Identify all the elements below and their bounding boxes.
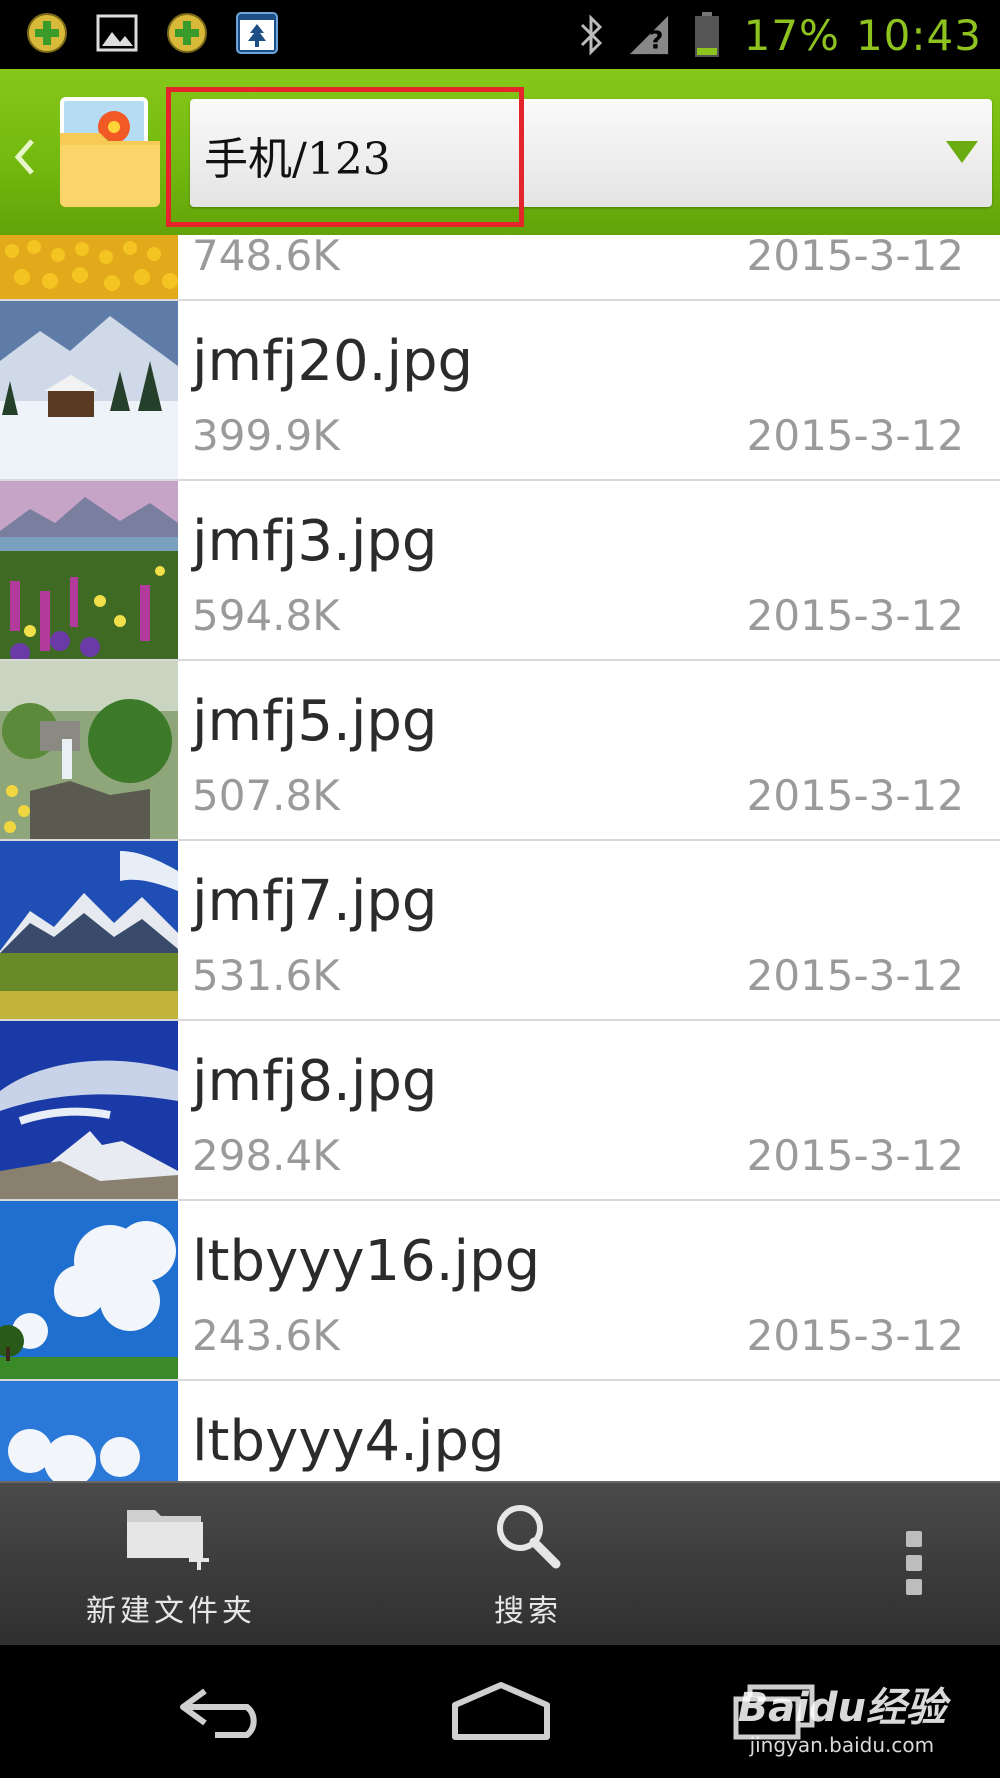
search-button[interactable]: 搜索 <box>468 1483 588 1647</box>
thumbnail-waterfall <box>0 661 178 839</box>
new-folder-icon <box>123 1500 219 1576</box>
thumbnail-alps-meadow <box>0 841 178 1019</box>
tree-app-icon <box>236 12 278 54</box>
list-item[interactable]: ltbyyy4.jpg <box>0 1381 1000 1481</box>
file-name: jmfj20.jpg <box>192 329 474 394</box>
file-size: 243.6K <box>192 1311 340 1360</box>
list-item[interactable]: 748.6K 2015-3-12 <box>0 235 1000 301</box>
file-date: 2015-3-12 <box>746 1131 964 1180</box>
list-item[interactable]: jmfj3.jpg 594.8K 2015-3-12 <box>0 481 1000 661</box>
file-date: 2015-3-12 <box>746 235 964 280</box>
home-icon[interactable] <box>446 1675 556 1747</box>
file-size: 507.8K <box>192 771 340 820</box>
file-size: 399.9K <box>192 411 340 460</box>
svg-text:?: ? <box>649 25 663 54</box>
file-name: ltbyyy16.jpg <box>192 1229 541 1294</box>
thumbnail-matterhorn <box>0 1021 178 1199</box>
overflow-menu-icon[interactable] <box>904 1531 924 1595</box>
battery-icon <box>686 12 728 57</box>
file-list: 748.6K 2015-3-12 jmfj20.jpg 399.9K 2015-… <box>0 235 1000 1481</box>
no-signal-icon: ? <box>628 14 670 56</box>
file-name: jmfj7.jpg <box>192 869 438 934</box>
header-bar: 手机/123 <box>0 69 1000 235</box>
file-date: 2015-3-12 <box>746 591 964 640</box>
search-icon <box>492 1500 564 1576</box>
list-item[interactable]: jmfj20.jpg 399.9K 2015-3-12 <box>0 301 1000 481</box>
thumbnail-sunflowers <box>0 235 178 299</box>
file-date: 2015-3-12 <box>746 1311 964 1360</box>
bottom-toolbar: 新建文件夹 搜索 <box>0 1481 1000 1647</box>
file-size: 594.8K <box>192 591 340 640</box>
file-size: 531.6K <box>192 951 340 1000</box>
watermark-sub: jingyan.baidu.com <box>749 1733 935 1757</box>
gallery-icon <box>96 12 138 54</box>
file-name: jmfj8.jpg <box>192 1049 438 1114</box>
file-date: 2015-3-12 <box>746 411 964 460</box>
navigation-bar: Baidu经验 jingyan.baidu.com <box>0 1645 1000 1778</box>
thumbnail-blue-sky <box>0 1201 178 1379</box>
file-name: jmfj3.jpg <box>192 509 438 574</box>
annotation-highlight-box <box>166 87 524 227</box>
app-plus-icon <box>166 12 208 54</box>
search-label: 搜索 <box>494 1594 562 1629</box>
thumbnail-snow-cabin <box>0 301 178 479</box>
list-item[interactable]: jmfj7.jpg 531.6K 2015-3-12 <box>0 841 1000 1021</box>
thumbnail-sky-clouds <box>0 1381 178 1481</box>
file-date: 2015-3-12 <box>746 951 964 1000</box>
battery-percent: 17% <box>743 10 840 60</box>
thumbnail-flower-field <box>0 481 178 659</box>
status-bar: ? 17% 10:43 <box>0 0 1000 69</box>
back-chevron-icon[interactable] <box>8 127 40 187</box>
back-icon[interactable] <box>170 1675 280 1747</box>
bluetooth-icon <box>570 14 612 56</box>
new-folder-label: 新建文件夹 <box>86 1594 256 1629</box>
watermark-main: Baidu经验 <box>737 1685 946 1731</box>
dropdown-arrow-icon[interactable] <box>946 141 978 163</box>
file-name: jmfj5.jpg <box>192 689 438 754</box>
list-item[interactable]: jmfj5.jpg 507.8K 2015-3-12 <box>0 661 1000 841</box>
file-name: ltbyyy4.jpg <box>192 1409 505 1474</box>
clock: 10:43 <box>855 10 982 60</box>
file-date: 2015-3-12 <box>746 771 964 820</box>
file-size: 748.6K <box>192 235 340 280</box>
photo-folder-icon <box>56 93 166 211</box>
new-folder-button[interactable]: 新建文件夹 <box>76 1483 266 1647</box>
file-size: 298.4K <box>192 1131 340 1180</box>
list-item[interactable]: ltbyyy16.jpg 243.6K 2015-3-12 <box>0 1201 1000 1381</box>
baidu-watermark: Baidu经验 jingyan.baidu.com <box>738 1675 946 1757</box>
list-item[interactable]: jmfj8.jpg 298.4K 2015-3-12 <box>0 1021 1000 1201</box>
app-plus-icon <box>26 12 68 54</box>
